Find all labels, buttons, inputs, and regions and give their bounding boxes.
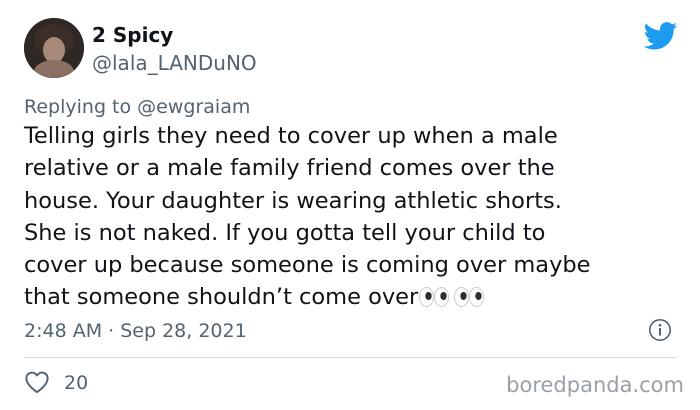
tweet-body: Telling girls they need to cover up when… [24,123,591,311]
twitter-bird-icon [644,22,678,50]
replying-to: Replying to @ewgraiam [24,94,250,120]
divider [24,357,676,358]
display-name[interactable]: 2 Spicy [92,22,173,48]
watermark: boredpanda.com [506,373,684,397]
avatar[interactable] [24,18,84,78]
tweet-text: Telling girls they need to cover up when… [24,120,684,317]
reply-mention-link[interactable]: @ewgraiam [137,96,250,118]
heart-icon[interactable] [24,370,50,394]
eyes-emoji [419,284,485,316]
replying-to-label: Replying to [24,96,132,118]
info-icon[interactable] [648,318,672,342]
user-handle[interactable]: @lala_LANDuNO [92,50,257,76]
like-count: 20 [64,372,89,394]
tweet-timestamp[interactable]: 2:48 AM · Sep 28, 2021 [24,318,247,344]
